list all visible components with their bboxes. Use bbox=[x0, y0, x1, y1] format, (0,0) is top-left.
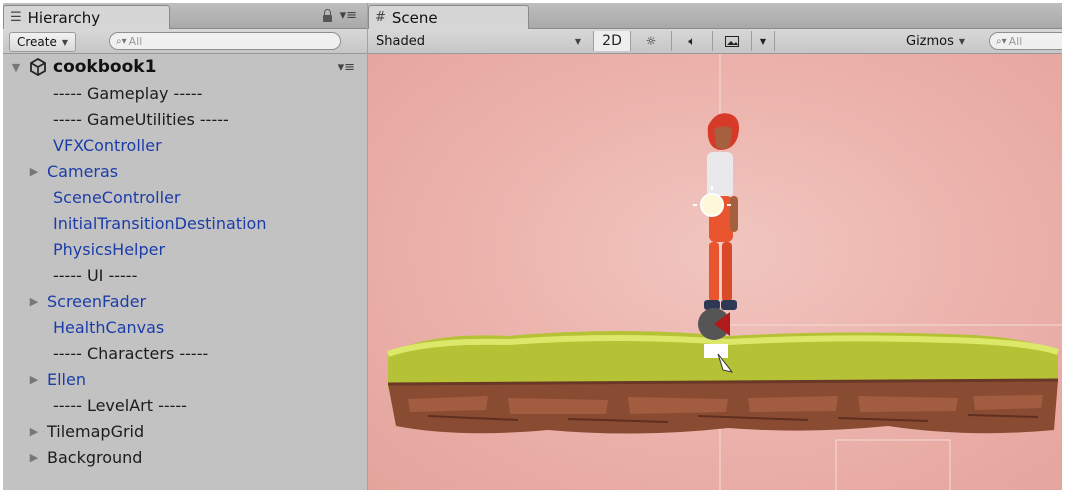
hierarchy-item-label: Cameras bbox=[47, 161, 119, 181]
hierarchy-item-label: PhysicsHelper bbox=[53, 239, 166, 259]
search-icon: ⌕▾ bbox=[116, 35, 127, 47]
hierarchy-item-label: ----- LevelArt ----- bbox=[53, 395, 187, 415]
hierarchy-item[interactable]: HealthCanvas bbox=[3, 314, 367, 340]
hierarchy-item[interactable]: VFXController bbox=[3, 132, 367, 158]
expand-arrow-icon[interactable]: ▶ bbox=[27, 451, 41, 464]
hierarchy-item[interactable]: ----- GameUtilities ----- bbox=[3, 106, 367, 132]
create-button-label: Create bbox=[17, 35, 57, 49]
scene-root-label: cookbook1 bbox=[53, 57, 157, 77]
hierarchy-item-label: Ellen bbox=[47, 369, 86, 389]
image-icon bbox=[725, 35, 739, 47]
tab-hierarchy-label: Hierarchy bbox=[27, 8, 101, 27]
hierarchy-item-label: ScreenFader bbox=[47, 291, 147, 311]
hierarchy-item-label: ----- UI ----- bbox=[53, 265, 138, 285]
hierarchy-search-input[interactable]: ⌕▾ All bbox=[109, 32, 341, 50]
hierarchy-item[interactable]: ▶ Background bbox=[3, 444, 367, 470]
list-icon: ☰ bbox=[10, 10, 22, 25]
effects-dropdown-button[interactable]: ▼ bbox=[751, 31, 775, 51]
hierarchy-item-label: SceneController bbox=[53, 187, 181, 207]
scene-tab-bar: # Scene bbox=[368, 3, 1062, 29]
hierarchy-item[interactable]: ----- Characters ----- bbox=[3, 340, 367, 366]
hierarchy-item-label: ----- GameUtilities ----- bbox=[53, 109, 229, 129]
grid-icon: # bbox=[375, 10, 386, 25]
audio-toggle-button[interactable]: 🔈︎ bbox=[671, 31, 712, 51]
chevron-down-icon: ▼ bbox=[574, 36, 581, 46]
unity-logo-icon bbox=[30, 58, 46, 76]
hierarchy-toolbar: Create ▼ ⌕▾ All bbox=[3, 29, 367, 54]
scene-panel: # Scene Shaded ▼ 2D ☼ 🔈︎ ▼ Gizmos ▼ ⌕▾ A… bbox=[368, 3, 1062, 490]
hierarchy-item-label: TilemapGrid bbox=[47, 421, 145, 441]
hierarchy-tab-bar: ☰ Hierarchy ▾≡ bbox=[3, 3, 367, 29]
trigger-box-outline bbox=[835, 439, 951, 490]
expand-arrow-icon[interactable]: ▼ bbox=[9, 61, 23, 74]
hierarchy-item-label: ----- Characters ----- bbox=[53, 343, 209, 363]
lighting-toggle-button[interactable]: ☼ bbox=[630, 31, 671, 51]
shading-mode-dropdown[interactable]: Shaded ▼ bbox=[376, 32, 581, 50]
hierarchy-search-placeholder: All bbox=[128, 34, 143, 48]
sun-icon: ☼ bbox=[645, 34, 657, 48]
hierarchy-item[interactable]: ▶ TilemapGrid bbox=[3, 418, 367, 444]
expand-arrow-icon[interactable]: ▶ bbox=[27, 373, 41, 386]
create-button[interactable]: Create ▼ bbox=[9, 32, 77, 52]
hierarchy-item[interactable]: InitialTransitionDestination bbox=[3, 210, 367, 236]
hierarchy-item[interactable]: ----- UI ----- bbox=[3, 262, 367, 288]
effects-toggle-button[interactable] bbox=[712, 31, 751, 51]
scene-search-placeholder: All bbox=[1008, 34, 1023, 48]
expand-arrow-icon[interactable]: ▶ bbox=[27, 425, 41, 438]
scene-viewport[interactable] bbox=[368, 54, 1062, 490]
hierarchy-item[interactable]: ----- Gameplay ----- bbox=[3, 80, 367, 106]
panel-menu-icon[interactable]: ▾≡ bbox=[340, 8, 357, 23]
tab-scene[interactable]: # Scene bbox=[368, 5, 529, 29]
scene-view-canvas[interactable] bbox=[368, 54, 1062, 490]
hierarchy-item-label: ----- Gameplay ----- bbox=[53, 83, 203, 103]
gizmos-dropdown[interactable]: Gizmos ▼ bbox=[906, 32, 978, 50]
scene-toolbar: Shaded ▼ 2D ☼ 🔈︎ ▼ Gizmos ▼ ⌕▾ All bbox=[368, 29, 1062, 54]
chevron-down-icon: ▼ bbox=[61, 37, 69, 47]
2d-toggle-button[interactable]: 2D bbox=[593, 31, 630, 51]
expand-arrow-icon[interactable]: ▶ bbox=[27, 295, 41, 308]
hierarchy-item[interactable]: SceneController bbox=[3, 184, 367, 210]
hierarchy-item-label: VFXController bbox=[53, 135, 162, 155]
hierarchy-tab-icons: ▾≡ bbox=[322, 8, 357, 23]
scene-search-input[interactable]: ⌕▾ All bbox=[989, 32, 1062, 50]
hierarchy-tree: ▼ cookbook1 ▾≡ ----- Gameplay ----- -----… bbox=[3, 54, 367, 470]
hierarchy-panel: ☰ Hierarchy ▾≡ Create ▼ ⌕▾ All ▼ cookboo… bbox=[3, 3, 367, 490]
hierarchy-item-label: HealthCanvas bbox=[53, 317, 165, 337]
hierarchy-item[interactable]: ▶ Ellen bbox=[3, 366, 367, 392]
scene-root-item[interactable]: ▼ cookbook1 ▾≡ bbox=[3, 54, 367, 80]
gizmos-label: Gizmos bbox=[906, 33, 954, 49]
editor-window: ☰ Hierarchy ▾≡ Create ▼ ⌕▾ All ▼ cookboo… bbox=[3, 3, 1062, 490]
lock-icon[interactable] bbox=[322, 8, 332, 22]
expand-arrow-icon[interactable]: ▶ bbox=[27, 165, 41, 178]
tab-scene-label: Scene bbox=[391, 8, 438, 27]
hierarchy-item[interactable]: ----- LevelArt ----- bbox=[3, 392, 367, 418]
hierarchy-item-label: Background bbox=[47, 447, 143, 467]
speaker-icon: 🔈︎ bbox=[688, 33, 696, 48]
2d-toggle-label: 2D bbox=[602, 33, 622, 49]
search-icon: ⌕▾ bbox=[996, 35, 1007, 47]
scene-menu-icon[interactable]: ▾≡ bbox=[338, 60, 355, 75]
shading-mode-label: Shaded bbox=[376, 33, 425, 49]
hierarchy-item[interactable]: ▶ ScreenFader bbox=[3, 288, 367, 314]
chevron-down-icon: ▼ bbox=[958, 36, 966, 46]
chevron-down-icon: ▼ bbox=[759, 36, 767, 46]
hierarchy-item[interactable]: ▶ Cameras bbox=[3, 158, 367, 184]
hierarchy-item-label: InitialTransitionDestination bbox=[53, 213, 267, 233]
tab-hierarchy[interactable]: ☰ Hierarchy bbox=[3, 5, 170, 29]
hierarchy-item[interactable]: PhysicsHelper bbox=[3, 236, 367, 262]
